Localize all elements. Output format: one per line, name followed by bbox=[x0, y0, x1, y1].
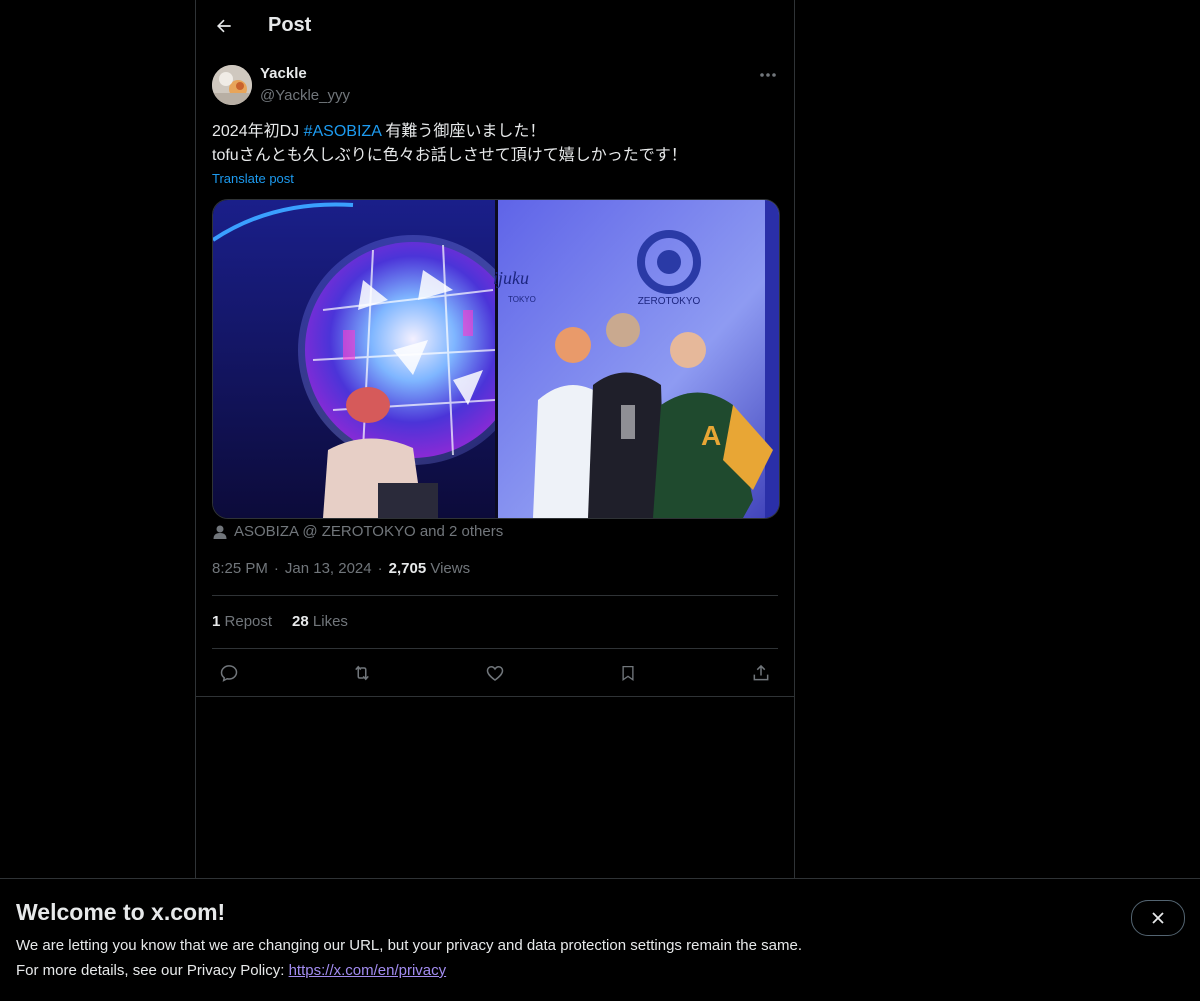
top-bar: Post bbox=[196, 0, 794, 53]
likes-stat[interactable]: 28 Likes bbox=[292, 613, 348, 630]
svg-text:A: A bbox=[701, 420, 721, 451]
post-time[interactable]: 8:25 PM bbox=[212, 560, 268, 577]
post-text-line-1: 2024年初DJ #ASOBIZA 有難う御座いました！ bbox=[212, 120, 778, 144]
like-icon bbox=[486, 665, 504, 682]
like-button[interactable] bbox=[478, 656, 512, 690]
tagged-people[interactable]: ASOBIZA @ ZEROTOKYO and 2 others bbox=[212, 523, 503, 540]
more-icon bbox=[760, 73, 776, 77]
post-media[interactable]: ZEROTOKYO ijuku TOKYO A bbox=[212, 199, 780, 519]
privacy-policy-link[interactable]: https://x.com/en/privacy bbox=[289, 962, 447, 979]
share-button[interactable] bbox=[744, 656, 778, 690]
post-text: 2024年初DJ #ASOBIZA 有難う御座いました！ tofuさんとも久しぶ… bbox=[212, 120, 778, 168]
divider bbox=[212, 648, 778, 649]
repost-icon bbox=[355, 665, 369, 681]
tagged-text: ASOBIZA @ ZEROTOKYO and 2 others bbox=[234, 523, 504, 540]
banner-privacy-line: For more details, see our Privacy Policy… bbox=[16, 962, 446, 979]
back-button[interactable] bbox=[206, 8, 242, 44]
svg-text:ZEROTOKYO: ZEROTOKYO bbox=[638, 296, 701, 307]
banner-message: We are letting you know that we are chan… bbox=[16, 937, 802, 954]
close-banner-button[interactable] bbox=[1131, 900, 1185, 936]
action-bar bbox=[212, 656, 778, 690]
views-stat: 2,705 Views bbox=[389, 560, 470, 577]
post-meta: 8:25 PM · Jan 13, 2024 · 2,705 Views bbox=[212, 560, 470, 577]
likes-count: 28 bbox=[292, 613, 309, 630]
post-text-line-2: tofuさんとも久しぶりに色々お話しさせて頂けて嬉しかったです！ bbox=[212, 147, 687, 164]
post-text-suffix: 有難う御座いました！ bbox=[380, 123, 546, 140]
welcome-banner: Welcome to x.com! We are letting you kno… bbox=[0, 878, 1200, 1001]
arrow-left-icon bbox=[217, 19, 231, 33]
more-options-button[interactable] bbox=[752, 62, 784, 88]
dj-image[interactable] bbox=[213, 200, 528, 518]
banner-privacy-prefix: For more details, see our Privacy Policy… bbox=[16, 962, 289, 979]
person-icon bbox=[213, 525, 227, 539]
bookmark-icon bbox=[622, 665, 634, 682]
author-display-name[interactable]: Yackle bbox=[260, 65, 307, 82]
svg-text:TOKYO: TOKYO bbox=[508, 295, 536, 304]
main-column: Post Yackle @Yackle_yyy 2024年初DJ #ASOBIZ… bbox=[195, 0, 795, 878]
meta-separator: · bbox=[273, 560, 279, 577]
author-handle[interactable]: @Yackle_yyy bbox=[260, 87, 350, 104]
share-icon bbox=[753, 664, 769, 681]
avatar[interactable] bbox=[212, 65, 252, 105]
reply-button[interactable] bbox=[212, 656, 246, 690]
page-title: Post bbox=[268, 14, 312, 36]
views-count: 2,705 bbox=[388, 560, 427, 577]
translate-post-link[interactable]: Translate post bbox=[212, 171, 294, 186]
reposts-label: Repost bbox=[224, 613, 273, 630]
bookmark-button[interactable] bbox=[611, 656, 645, 690]
close-icon bbox=[1152, 912, 1164, 924]
reposts-count: 1 bbox=[212, 613, 221, 630]
post-date[interactable]: Jan 13, 2024 bbox=[285, 560, 372, 577]
views-label: Views bbox=[430, 560, 471, 577]
divider bbox=[212, 595, 778, 596]
likes-label: Likes bbox=[312, 613, 348, 630]
divider bbox=[196, 696, 794, 697]
group-photo-image[interactable]: ZEROTOKYO ijuku TOKYO A bbox=[493, 200, 779, 518]
post-stats: 1 Repost 28 Likes bbox=[212, 613, 348, 630]
reply-icon bbox=[220, 665, 238, 682]
repost-button[interactable] bbox=[345, 656, 379, 690]
hashtag-link[interactable]: #ASOBIZA bbox=[304, 123, 381, 140]
reposts-stat[interactable]: 1 Repost bbox=[212, 613, 272, 630]
meta-separator: · bbox=[377, 560, 383, 577]
banner-title: Welcome to x.com! bbox=[16, 899, 226, 925]
post-text-prefix: 2024年初DJ bbox=[212, 123, 304, 140]
svg-text:ijuku: ijuku bbox=[493, 268, 529, 288]
